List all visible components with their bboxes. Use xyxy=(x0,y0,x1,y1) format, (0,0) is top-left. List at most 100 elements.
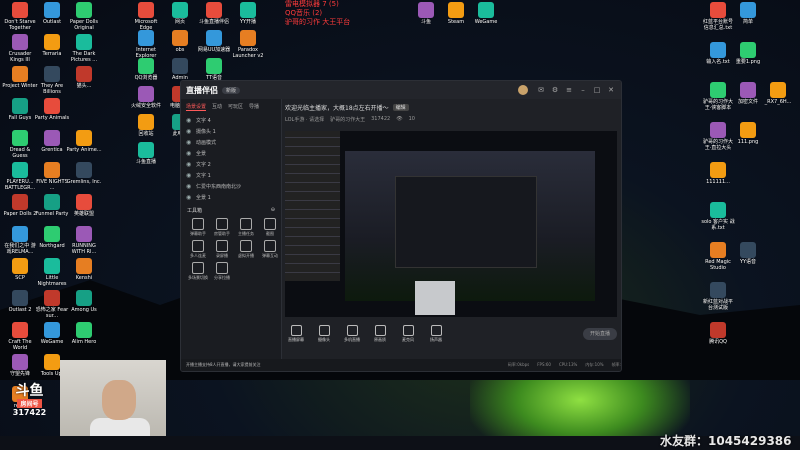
scene-item[interactable]: ◉ 全景 1 xyxy=(181,192,281,203)
shortcut-label: YY开播 xyxy=(239,19,257,25)
close-icon[interactable]: ✕ xyxy=(606,85,616,95)
shortcut-label: obs xyxy=(175,47,185,53)
tool-label: 多场景切换 xyxy=(188,275,208,280)
shortcut-label: Paper Dolls Original xyxy=(69,19,100,31)
source-button[interactable]: 多机直播 xyxy=(341,325,363,343)
scene-item[interactable]: ◉ 动画模式 xyxy=(181,137,281,148)
desktop-shortcut[interactable]: Paradox Launcher v2 xyxy=(230,30,266,68)
scene-item[interactable]: ◉ 摄像头 1 xyxy=(181,126,281,137)
tool-icon xyxy=(192,240,204,252)
shortcut-label: 英雄联盟 xyxy=(73,211,94,217)
desktop-shortcut[interactable]: 111111... xyxy=(700,162,736,200)
app-icon xyxy=(710,282,726,298)
visibility-icon[interactable]: ◉ xyxy=(186,172,192,179)
toolbox-item[interactable]: 弹幕助手 xyxy=(187,218,209,237)
minimize-icon[interactable]: – xyxy=(578,85,588,95)
source-button[interactable]: 直播屏幕 xyxy=(285,325,307,343)
shortcut-label: SCP xyxy=(15,275,25,281)
app-icon xyxy=(710,322,726,338)
version-badge[interactable]: 新版 xyxy=(222,86,241,94)
app-icon xyxy=(206,30,222,46)
viewer-icon: 👁 xyxy=(396,116,403,122)
settings-icon[interactable]: ⚙ xyxy=(550,85,560,95)
visibility-icon[interactable]: ◉ xyxy=(186,117,192,124)
scene-item[interactable]: ◉ 全景 xyxy=(181,148,281,159)
tab-director[interactable]: 导播 xyxy=(249,103,259,111)
shortcut-label: QQ浏览器 xyxy=(134,75,158,81)
source-icon xyxy=(430,325,442,336)
desktop-shortcut[interactable]: 重要1.png xyxy=(730,42,766,80)
desktop-shortcut[interactable]: 新红蓝对战平 台测试版 xyxy=(700,282,736,320)
toolbox-item[interactable]: 虚拟开播 xyxy=(235,240,257,259)
toolbox-item[interactable]: 房管助手 xyxy=(211,218,233,237)
source-icon xyxy=(374,325,386,336)
source-button[interactable]: 摄像头 xyxy=(313,325,335,343)
app-icon xyxy=(44,226,60,242)
visibility-icon[interactable]: ◉ xyxy=(186,139,192,146)
shortcut-label: 111111... xyxy=(706,179,730,185)
visibility-icon[interactable]: ◉ xyxy=(186,183,192,190)
start-live-button[interactable]: 开始直播 xyxy=(583,328,617,340)
desktop-shortcut[interactable]: 斗鱼直播 xyxy=(128,142,164,180)
toolbox-item[interactable]: 多场景切换 xyxy=(187,262,209,281)
app-icon xyxy=(138,30,154,46)
tool-icon xyxy=(192,218,204,230)
toolbox-item[interactable]: 录屏播 xyxy=(211,240,233,259)
toolbox-title: 工具箱 xyxy=(187,208,203,214)
desktop-shortcut[interactable]: YY语音 xyxy=(730,242,766,280)
shortcut-label: Gremlins, Inc. xyxy=(66,179,102,185)
app-icon xyxy=(710,2,726,18)
tab-playable[interactable]: 可玩区 xyxy=(228,103,243,111)
desktop-shortcut[interactable]: _RX7_6H... xyxy=(760,82,796,120)
edit-title-button[interactable]: 编辑 xyxy=(392,103,409,111)
toolbox-item[interactable]: 主播任务 xyxy=(235,218,257,237)
user-avatar[interactable] xyxy=(518,85,528,95)
toolbox-toggle-icon[interactable]: ⊖ xyxy=(271,207,275,214)
visibility-icon[interactable]: ◉ xyxy=(186,161,192,168)
source-label: 摄像头 xyxy=(318,337,330,342)
source-button[interactable]: 麦克风 xyxy=(397,325,419,343)
scene-item[interactable]: ◉ 文字 1 xyxy=(181,170,281,181)
tab-scene[interactable]: 场景设置 xyxy=(186,103,207,111)
toolbox-item[interactable]: 分享拉播 xyxy=(211,262,233,281)
shortcut-label: Terraria xyxy=(42,51,62,57)
category-select[interactable]: LOL手游 · 请选择 xyxy=(285,116,324,123)
visibility-icon[interactable]: ◉ xyxy=(186,150,192,157)
shortcut-label: 火绒安全软件 xyxy=(130,103,161,109)
desktop-shortcut[interactable]: 腾讯QQ xyxy=(700,322,736,360)
toolbox-item[interactable]: 多人连麦 xyxy=(187,240,209,259)
tool-label: 录屏播 xyxy=(216,253,228,258)
desktop-shortcut[interactable]: WeGame xyxy=(468,2,504,40)
toolbox-item[interactable]: 弹幕互动 xyxy=(259,240,281,259)
desktop-shortcut[interactable]: solo 客户实 战系.txt xyxy=(700,202,736,240)
scene-item[interactable]: ◉ 文字 4 xyxy=(181,115,281,126)
desktop-shortcut[interactable]: 111.png xyxy=(730,122,766,160)
desktop-shortcut[interactable]: 猫头... xyxy=(66,66,102,104)
shortcut-label: 斗鱼直播伴侣 xyxy=(198,19,229,25)
visibility-icon[interactable]: ◉ xyxy=(186,194,192,201)
app-icon xyxy=(138,58,154,74)
app-icon xyxy=(76,322,92,338)
tool-icon xyxy=(216,262,228,274)
app-icon xyxy=(44,290,60,306)
maximize-icon[interactable]: □ xyxy=(592,85,602,95)
toolbox-item[interactable]: 截图 xyxy=(259,218,281,237)
desktop-shortcut[interactable]: Alim Hero xyxy=(66,322,102,360)
desktop-shortcut[interactable]: 简单 xyxy=(730,2,766,40)
message-icon[interactable]: ✉ xyxy=(536,85,546,95)
shortcut-label: Northgard xyxy=(39,243,65,249)
scene-item[interactable]: ◉ 文字 2 xyxy=(181,159,281,170)
douyu-logo: 斗鱼 xyxy=(15,383,44,399)
room-id: 317422 xyxy=(371,116,391,122)
tool-icon xyxy=(192,262,204,274)
tab-interaction[interactable]: 互动 xyxy=(212,103,222,111)
scene-label: 全景 1 xyxy=(196,195,211,201)
visibility-icon[interactable]: ◉ xyxy=(186,128,192,135)
source-button[interactable]: 原画质 xyxy=(369,325,391,343)
menu-icon[interactable]: ≡ xyxy=(564,85,574,95)
stream-preview[interactable] xyxy=(285,131,617,317)
source-button[interactable]: 扬声器 xyxy=(425,325,447,343)
shortcut-label: Among Us xyxy=(71,307,97,313)
nested-preview xyxy=(395,176,537,268)
scene-item[interactable]: ◉ 仁爱中东西南南北沙 xyxy=(181,181,281,192)
